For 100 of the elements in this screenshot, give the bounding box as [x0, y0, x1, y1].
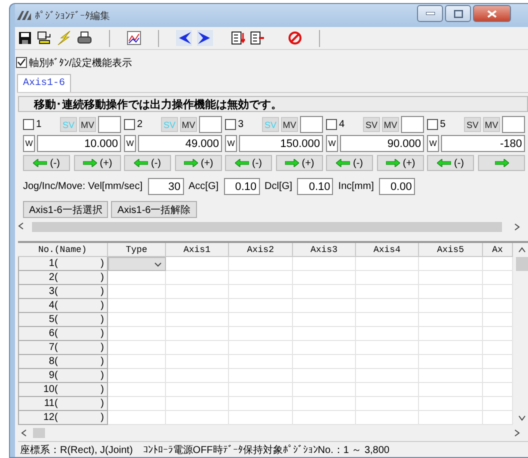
grid-cell[interactable] — [229, 341, 293, 355]
scroll-right-icon[interactable] — [514, 223, 520, 231]
grid-cell[interactable] — [108, 369, 166, 383]
position-field[interactable]: 49.000 — [138, 135, 222, 152]
input-field[interactable] — [199, 116, 222, 133]
grid-cell[interactable] — [483, 313, 513, 327]
grid-cell[interactable] — [108, 341, 166, 355]
mv-button[interactable]: MV — [483, 117, 500, 132]
chart-button[interactable] — [127, 31, 141, 45]
grid-cell[interactable] — [483, 257, 513, 271]
sv-button[interactable]: SV — [363, 117, 380, 132]
grid-cell[interactable] — [293, 285, 356, 299]
grid-cell[interactable] — [293, 369, 356, 383]
grid-cell[interactable] — [166, 411, 229, 425]
grid-cell[interactable] — [293, 341, 356, 355]
mv-button[interactable]: MV — [79, 117, 96, 132]
mv-button[interactable]: MV — [281, 117, 298, 132]
cancel-button[interactable] — [288, 31, 302, 45]
grid-cell[interactable] — [293, 313, 356, 327]
grid-cell[interactable] — [483, 397, 513, 411]
jog-button[interactable]: (+) — [175, 155, 222, 171]
grid-cell[interactable] — [356, 313, 419, 327]
parameter-field[interactable]: 0.10 — [224, 178, 260, 195]
grid-cell[interactable] — [108, 299, 166, 313]
position-field[interactable]: -180 — [441, 135, 525, 152]
parameter-field[interactable]: 0.00 — [378, 178, 415, 195]
grid-cell[interactable] — [229, 299, 293, 313]
grid-cell[interactable] — [483, 341, 513, 355]
grid-cell[interactable] — [166, 397, 229, 411]
row-header[interactable]: 1( ) — [18, 257, 108, 271]
row-header[interactable]: 3( ) — [18, 285, 108, 299]
input-field[interactable] — [502, 116, 525, 133]
grid-cell[interactable] — [356, 383, 419, 397]
grid-cell[interactable] — [166, 299, 229, 313]
scroll-right-icon[interactable] — [514, 429, 520, 437]
grid-cell[interactable] — [166, 327, 229, 341]
grid-cell[interactable] — [166, 341, 229, 355]
bulk-select-button[interactable]: Axis1-6一括選択 — [23, 201, 108, 218]
grid-cell[interactable] — [229, 397, 293, 411]
checkbox[interactable] — [16, 57, 27, 68]
bulk-select-button[interactable]: Axis1-6一括解除 — [111, 201, 197, 218]
jog-button[interactable]: (-) — [427, 155, 474, 171]
grid-cell[interactable] — [483, 327, 513, 341]
grid-cell[interactable] — [419, 313, 483, 327]
grid-cell[interactable] — [356, 397, 419, 411]
scroll-up-icon[interactable] — [518, 247, 526, 253]
mv-button[interactable]: MV — [382, 117, 399, 132]
grid-cell[interactable] — [483, 411, 513, 425]
jog-button[interactable]: (-) — [326, 155, 373, 171]
grid-cell[interactable] — [229, 271, 293, 285]
scroll-left-icon[interactable] — [21, 429, 27, 437]
jog-button[interactable]: (-) — [124, 155, 171, 171]
row-header[interactable]: 10( ) — [18, 383, 108, 397]
grid-cell[interactable] — [419, 355, 483, 369]
row-header[interactable]: 2( ) — [18, 271, 108, 285]
scroll-thumb[interactable] — [516, 257, 528, 271]
tab[interactable]: Axis1-6 — [17, 74, 72, 92]
previous-button[interactable] — [176, 30, 192, 46]
grid-cell[interactable] — [166, 369, 229, 383]
grid-cell[interactable] — [356, 341, 419, 355]
grid-cell[interactable] — [356, 411, 419, 425]
jog-button[interactable] — [478, 155, 525, 171]
grid-cell[interactable] — [293, 327, 356, 341]
grid-cell[interactable] — [356, 285, 419, 299]
grid-cell[interactable] — [229, 313, 293, 327]
scroll-left-icon[interactable] — [18, 222, 24, 230]
grid-cell[interactable] — [419, 327, 483, 341]
grid-cell[interactable] — [229, 257, 293, 271]
grid-cell[interactable] — [229, 327, 293, 341]
grid-cell[interactable] — [419, 397, 483, 411]
grid-cell[interactable] — [419, 341, 483, 355]
checkbox[interactable] — [225, 119, 236, 130]
grid-cell[interactable] — [166, 285, 229, 299]
grid-cell[interactable] — [419, 285, 483, 299]
grid-cell[interactable] — [356, 299, 419, 313]
grid-cell[interactable] — [483, 369, 513, 383]
grid-cell[interactable] — [108, 285, 166, 299]
row-header[interactable]: 6( ) — [18, 327, 108, 341]
grid-cell[interactable] — [229, 285, 293, 299]
grid-cell[interactable] — [419, 299, 483, 313]
grid-cell[interactable] — [483, 271, 513, 285]
document-insert-button[interactable] — [231, 31, 245, 45]
jog-button[interactable]: (-) — [225, 155, 272, 171]
checkbox[interactable] — [23, 119, 34, 130]
grid-cell[interactable] — [356, 271, 419, 285]
jog-button[interactable]: (+) — [377, 155, 424, 171]
grid-cell[interactable] — [419, 271, 483, 285]
grid-cell[interactable] — [108, 355, 166, 369]
next-button[interactable] — [197, 30, 213, 46]
save-button[interactable] — [18, 31, 32, 45]
row-header[interactable]: 4( ) — [18, 299, 108, 313]
row-header[interactable]: 12( ) — [18, 411, 108, 425]
row-header[interactable]: 9( ) — [18, 369, 108, 383]
grid-cell[interactable] — [166, 313, 229, 327]
grid-cell[interactable] — [293, 257, 356, 271]
grid-arrow-button[interactable] — [37, 31, 51, 45]
checkbox[interactable] — [326, 119, 337, 130]
row-header[interactable]: 8( ) — [18, 355, 108, 369]
grid-cell[interactable] — [108, 271, 166, 285]
row-header[interactable]: 11( ) — [18, 397, 108, 411]
